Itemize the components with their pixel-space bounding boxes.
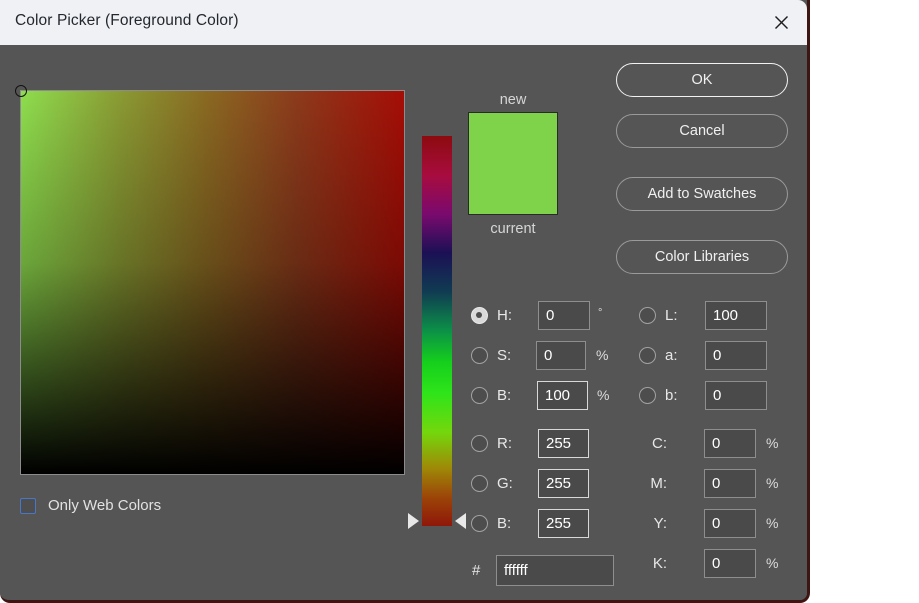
- radio-lightness[interactable]: [639, 307, 656, 324]
- radio-blue[interactable]: [471, 515, 488, 532]
- label-blue: B:: [497, 515, 512, 532]
- close-icon: [774, 15, 789, 30]
- unit-yellow: %: [766, 515, 779, 531]
- unit-magenta: %: [766, 475, 779, 491]
- unit-hue: °: [598, 307, 603, 319]
- color-picker-dialog: Color Picker (Foreground Color) new curr…: [0, 0, 810, 603]
- label-yellow: Y:: [653, 515, 667, 532]
- hue-marker-left[interactable]: [408, 513, 419, 529]
- unit-saturation: %: [596, 347, 609, 363]
- label-lab-b: b:: [665, 387, 678, 404]
- dialog-title: Color Picker (Foreground Color): [15, 12, 239, 29]
- label-black: K:: [652, 555, 667, 572]
- radio-saturation[interactable]: [471, 347, 488, 364]
- label-green: G:: [497, 475, 513, 492]
- unit-cyan: %: [766, 435, 779, 451]
- label-saturation: S:: [497, 347, 512, 364]
- saturation-brightness-field[interactable]: [15, 85, 405, 475]
- input-lab-b[interactable]: 0: [705, 381, 767, 410]
- color-preview-swatch[interactable]: [468, 112, 558, 215]
- add-to-swatches-button[interactable]: Add to Swatches: [616, 177, 788, 211]
- input-yellow[interactable]: 0: [704, 509, 756, 538]
- radio-hue[interactable]: [471, 307, 488, 324]
- label-magenta: M:: [650, 475, 667, 492]
- unit-brightness: %: [597, 387, 610, 403]
- current-color-label: current: [490, 221, 536, 237]
- only-web-colors-row[interactable]: Only Web Colors: [20, 497, 161, 514]
- only-web-colors-checkbox[interactable]: [20, 497, 36, 514]
- dialog-titlebar: Color Picker (Foreground Color): [0, 0, 807, 45]
- input-brightness[interactable]: 100: [537, 381, 588, 410]
- label-lightness: L:: [665, 307, 678, 324]
- input-magenta[interactable]: 0: [704, 469, 756, 498]
- label-hue: H:: [497, 307, 512, 324]
- radio-brightness[interactable]: [471, 387, 488, 404]
- label-hex: #: [472, 562, 481, 579]
- dialog-body: new current OK Cancel Add to Swatches Co…: [0, 45, 807, 600]
- color-libraries-button[interactable]: Color Libraries: [616, 240, 788, 274]
- hue-slider[interactable]: [422, 136, 452, 526]
- hue-marker-right[interactable]: [455, 513, 466, 529]
- input-blue[interactable]: 255: [538, 509, 589, 538]
- sb-gradient: [21, 91, 404, 474]
- label-brightness: B:: [497, 387, 512, 404]
- input-saturation[interactable]: 0: [536, 341, 586, 370]
- close-button[interactable]: [755, 0, 807, 45]
- label-red: R:: [497, 435, 512, 452]
- label-cyan: C:: [652, 435, 667, 452]
- input-green[interactable]: 255: [538, 469, 589, 498]
- only-web-colors-label: Only Web Colors: [48, 497, 162, 514]
- radio-green[interactable]: [471, 475, 488, 492]
- input-hex[interactable]: ffffff: [496, 555, 614, 586]
- label-lab-a: a:: [665, 347, 678, 364]
- input-black[interactable]: 0: [704, 549, 756, 578]
- unit-black: %: [766, 555, 779, 571]
- input-lightness[interactable]: 100: [705, 301, 767, 330]
- cancel-button[interactable]: Cancel: [616, 114, 788, 148]
- radio-lab-a[interactable]: [639, 347, 656, 364]
- ok-button[interactable]: OK: [616, 63, 788, 97]
- input-lab-a[interactable]: 0: [705, 341, 767, 370]
- input-cyan[interactable]: 0: [704, 429, 756, 458]
- radio-lab-b[interactable]: [639, 387, 656, 404]
- radio-red[interactable]: [471, 435, 488, 452]
- input-hue[interactable]: 0: [538, 301, 590, 330]
- new-color-label: new: [499, 92, 527, 108]
- input-red[interactable]: 255: [538, 429, 589, 458]
